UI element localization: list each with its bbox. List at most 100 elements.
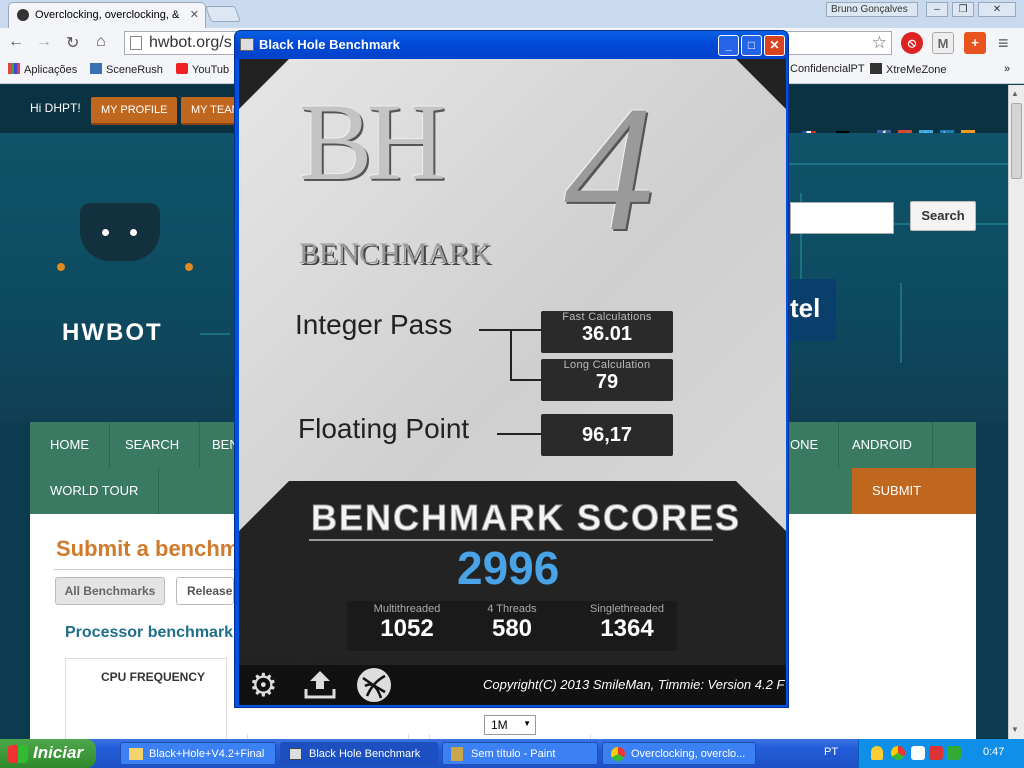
fast-calculations-box: Fast Calculations 36.01 — [541, 311, 673, 353]
logo-4: 4 — [564, 69, 654, 268]
nav-home[interactable]: HOME — [30, 422, 110, 468]
floating-point-value: 96,17 — [581, 424, 633, 446]
scores-corner-left — [239, 481, 289, 531]
page-icon — [130, 36, 142, 50]
nav-search[interactable]: SEARCH — [105, 422, 201, 468]
back-icon[interactable]: ← — [8, 33, 24, 51]
dialog-minimize-icon[interactable]: _ — [718, 35, 739, 56]
scenerush-icon — [90, 63, 102, 74]
bookmark-youtube[interactable]: YouTub — [176, 63, 229, 76]
url-text: hwbot.org/s — [149, 34, 232, 51]
tray-network-icon[interactable] — [911, 746, 925, 760]
profile-name[interactable]: Bruno Gonçalves — [826, 2, 918, 17]
web-globe-icon[interactable] — [357, 668, 391, 702]
new-tab-button[interactable] — [205, 6, 241, 22]
bookmark-confidencialpt[interactable]: ConfidencialPT — [790, 63, 865, 75]
paint-icon — [451, 747, 463, 761]
add-extension-icon[interactable]: + — [964, 32, 986, 54]
task-folder[interactable]: Black+Hole+V4.2+Final — [120, 742, 276, 765]
menu-icon[interactable]: ≡ — [998, 33, 1009, 54]
logo-bh: BH — [299, 81, 446, 203]
xtremezone-icon — [870, 63, 882, 74]
settings-gear-icon[interactable]: ⚙ — [249, 667, 278, 703]
close-window-icon[interactable]: ✕ — [978, 2, 1016, 17]
task-black-hole[interactable]: Black Hole Benchmark — [280, 742, 438, 765]
chevron-down-icon: ▼ — [523, 719, 531, 728]
hwbot-logo-text: HWBOT — [62, 319, 163, 346]
scroll-down-icon: ▼ — [1011, 725, 1019, 734]
maximize-icon[interactable]: ❐ — [952, 2, 974, 17]
forward-icon[interactable]: → — [36, 33, 52, 51]
submit-heading: Submit a benchm — [56, 536, 240, 561]
page-scrollbar[interactable]: ▲ ▼ — [1008, 85, 1024, 739]
reload-icon[interactable]: ↻ — [66, 33, 79, 53]
bookmark-apps[interactable]: Aplicações — [8, 63, 77, 76]
singlethreaded-stat: Singlethreaded 1364 — [589, 603, 664, 642]
folder-icon — [129, 748, 143, 760]
multithreaded-stat: Multithreaded 1052 — [373, 603, 441, 642]
start-button[interactable]: Iniciar — [0, 739, 96, 768]
long-calculation-box: Long Calculation 79 — [541, 359, 673, 401]
intel-logo-text: tel — [790, 293, 821, 323]
bottom-toolbar: ⚙ Copyright(C) 2013 SmileMan, Timmie: Ve… — [239, 665, 786, 705]
benchmark-panel: BH 4 BENCHMARK Integer Pass Fast Calcula… — [239, 59, 786, 705]
fast-calc-label: Fast Calculations — [562, 311, 652, 323]
four-threads-stat: 4 Threads 580 — [487, 603, 537, 642]
fast-calc-value: 36.01 — [581, 323, 633, 345]
browser-tab[interactable]: Overclocking, overclocking, & ✕ — [8, 2, 206, 28]
nav-world-tour[interactable]: WORLD TOUR — [30, 468, 160, 514]
mascot-right-dot — [185, 263, 193, 271]
release-tab[interactable]: Release — [176, 577, 234, 605]
tray-app-icon[interactable] — [947, 746, 961, 760]
site-search-button[interactable]: Search — [910, 201, 976, 231]
star-icon[interactable]: ☆ — [872, 33, 887, 53]
task-chrome[interactable]: Overclocking, overclo... — [602, 742, 756, 765]
hwbot-favicon-icon — [17, 9, 29, 21]
upload-icon[interactable] — [303, 669, 337, 701]
site-search-input[interactable] — [790, 202, 894, 234]
size-select[interactable]: 1M ▼ — [484, 715, 536, 735]
dialog-maximize-icon[interactable]: □ — [741, 35, 762, 56]
tray-antivirus-icon[interactable] — [929, 746, 943, 760]
integer-pass-label: Integer Pass — [295, 309, 453, 340]
dialog-close-icon[interactable]: ✕ — [764, 35, 785, 56]
clock[interactable]: 0:47 — [983, 746, 1004, 758]
bookmark-scenerush[interactable]: SceneRush — [90, 63, 163, 76]
greeting-text: Hi DHPT! — [30, 101, 81, 115]
language-indicator[interactable]: PT — [824, 746, 838, 758]
all-benchmarks-tab[interactable]: All Benchmarks — [55, 577, 165, 605]
bookmarks-overflow-icon[interactable]: » — [1004, 63, 1010, 75]
total-score: 2996 — [457, 542, 560, 594]
youtube-icon — [176, 63, 188, 74]
app-icon — [289, 748, 302, 760]
dialog-title: Black Hole Benchmark — [259, 37, 400, 52]
task-paint[interactable]: Sem título - Paint — [442, 742, 598, 765]
status-text: Benchmark 3 complete. — [239, 653, 363, 665]
cpu-frequency-label: CPU FREQUENCY — [101, 670, 206, 684]
apps-icon — [8, 63, 20, 74]
adblock-icon[interactable]: ⦸ — [901, 32, 923, 54]
bookmark-xtremezone[interactable]: XtreMeZone — [870, 63, 947, 76]
minimize-icon[interactable]: – — [926, 2, 948, 17]
my-team-button[interactable]: MY TEAM — [181, 97, 237, 125]
dialog-titlebar[interactable]: Black Hole Benchmark — [235, 31, 788, 59]
scroll-up-icon: ▲ — [1011, 89, 1019, 98]
tab-title: Overclocking, overclocking, & — [35, 9, 180, 21]
tray-chrome-icon[interactable] — [891, 746, 905, 760]
close-tab-icon[interactable]: ✕ — [190, 8, 199, 21]
chrome-icon — [611, 747, 625, 761]
notification-bell-icon[interactable] — [871, 746, 883, 760]
submit-score-button[interactable]: SUBMIT SCORE — [852, 468, 976, 544]
scroll-thumb[interactable] — [1011, 103, 1022, 179]
thread-scores-box: Multithreaded 1052 4 Threads 580 Singlet… — [347, 601, 677, 651]
nav-android[interactable]: ANDROID — [832, 422, 933, 468]
processor-benchmarks-heading: Processor benchmarks — [65, 624, 242, 641]
mascot-left-dot — [57, 263, 65, 271]
long-calc-label: Long Calculation — [563, 359, 651, 371]
gmail-icon[interactable]: M — [932, 32, 954, 54]
scores-panel: BENCHMARK SCORES 2996 Multithreaded 1052… — [239, 481, 786, 677]
logo-benchmark: BENCHMARK — [299, 237, 491, 270]
my-profile-button[interactable]: MY PROFILE — [91, 97, 178, 125]
home-icon[interactable]: ⌂ — [96, 33, 106, 51]
system-tray: 0:47 — [858, 739, 1024, 768]
